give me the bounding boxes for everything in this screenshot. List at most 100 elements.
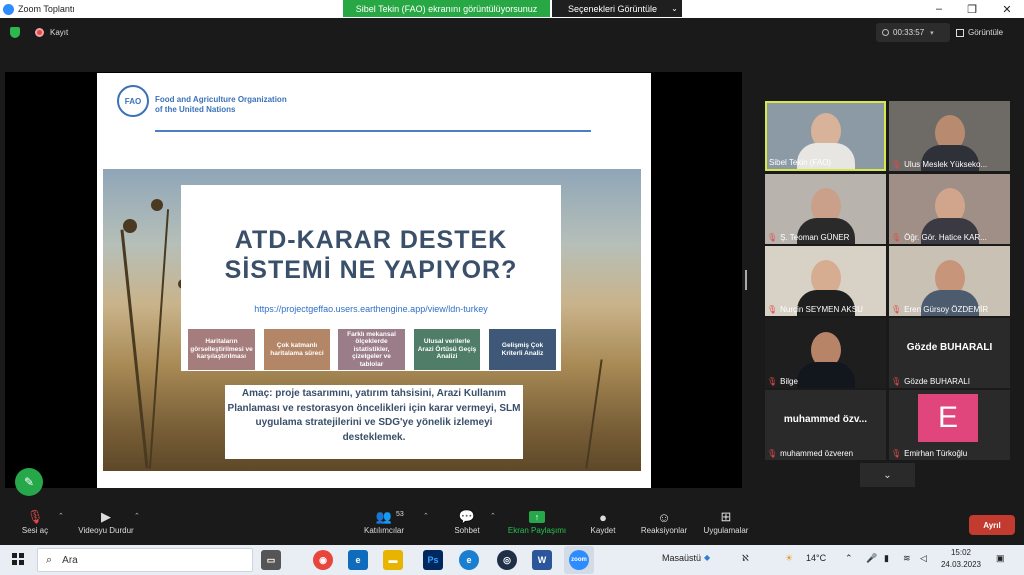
reactions-button[interactable]: ☺ Reaksiyonlar	[638, 508, 690, 542]
clock-icon	[882, 29, 889, 36]
unmute-button[interactable]: 🎙 Sesi aç	[15, 508, 55, 542]
edge-icon[interactable]: e	[348, 550, 368, 570]
app-icon[interactable]: ◎	[497, 550, 517, 570]
participant-name: Öğr. Gör. Hatice KAR...	[904, 233, 987, 242]
scroll-down-button[interactable]: ⌄	[860, 463, 915, 487]
chat-button[interactable]: 💬 Sohbet	[449, 508, 485, 542]
annotate-pen-icon[interactable]: ✎	[15, 468, 43, 496]
chevron-down-icon: ⌄	[671, 4, 678, 13]
search-placeholder: Ara	[62, 554, 78, 566]
apps-grid-icon: ⊞	[720, 509, 732, 524]
network-icon[interactable]: ◆	[704, 553, 710, 562]
microphone-icon[interactable]: 🎤	[866, 553, 877, 564]
seed-head	[123, 219, 137, 233]
microphone-muted-icon: 🎙	[891, 305, 902, 314]
participant-name-bar: 🎙 Eren Gürsoy ÖZDEMİR	[891, 305, 1008, 314]
close-icon[interactable]: ✕	[990, 0, 1024, 18]
participant-tile[interactable]: 🎙 Nurçin SEYMEN AKSU	[765, 246, 886, 316]
participants-options-caret[interactable]: ⌃	[419, 508, 429, 542]
shield-icon[interactable]	[10, 27, 20, 38]
participant-name: Sibel Tekin (FAO)	[769, 158, 832, 167]
participants-count: 53	[396, 511, 404, 518]
meeting-topbar	[0, 18, 1024, 48]
participant-name-bar: 🎙 Öğr. Gör. Hatice KAR...	[891, 233, 1008, 242]
wifi-icon[interactable]: ≋	[903, 553, 911, 564]
participant-avatar: E	[918, 394, 978, 442]
microphone-muted-icon: 🎙	[891, 377, 902, 386]
share-banner: Sibel Tekin (FAO) ekranını görüntülüyors…	[343, 0, 550, 17]
participant-name-bar: 🎙 muhammed özveren	[767, 449, 884, 458]
participant-tile[interactable]: Gözde BUHARALI 🎙 Gözde BUHARALI	[889, 318, 1010, 388]
minimize-icon[interactable]: –	[922, 0, 956, 18]
weather-icon[interactable]: ☀	[785, 553, 793, 564]
chevron-up-icon: ⌃	[134, 513, 140, 520]
participant-name-bar: 🎙 Ş. Teoman GÜNER	[767, 233, 884, 242]
chat-bubble-icon: 💬	[458, 509, 476, 524]
record-button[interactable]: ● Kaydet	[585, 508, 621, 542]
microphone-muted-icon: 🎙	[767, 305, 778, 314]
file-explorer-icon[interactable]: ▬	[383, 550, 403, 570]
chrome-icon[interactable]: ◉	[313, 550, 333, 570]
chevron-down-icon: ⌄	[883, 469, 892, 481]
chevron-down-icon: ▾	[930, 29, 934, 37]
apps-button[interactable]: ⊞ Uygulamalar	[699, 508, 753, 542]
participant-tile[interactable]: 🎙 Eren Gürsoy ÖZDEMİR	[889, 246, 1010, 316]
clock-time: 15:02	[950, 548, 972, 557]
participant-tile[interactable]: Sibel Tekin (FAO)	[765, 101, 886, 171]
participant-tile[interactable]: 🎙 Ulus Meslek Yükseko...	[889, 101, 1010, 171]
goal-text: Amaç: proje tasarımını, yatırım tahsisin…	[225, 385, 523, 459]
share-screen-button[interactable]: ↑ Ekran Paylaşımı	[505, 508, 569, 542]
volume-icon[interactable]: ◁	[920, 553, 927, 564]
microphone-muted-icon: 🎙	[891, 449, 902, 458]
participant-tile[interactable]: 🎙 Ş. Teoman GÜNER	[765, 174, 886, 244]
headline-line2: SİSTEMİ NE YAPIYOR?	[224, 256, 518, 284]
video-options-caret[interactable]: ⌃	[130, 508, 140, 542]
desktop-label[interactable]: Masaüstü	[662, 553, 701, 563]
battery-icon[interactable]: ▮	[884, 553, 889, 564]
view-options-button[interactable]: Seçenekleri Görüntüle ⌄	[552, 0, 682, 17]
participant-name-bar: 🎙 Emirhan Türkoğlu	[891, 449, 1008, 458]
record-icon	[35, 28, 44, 37]
participant-tile[interactable]: 🎙 Öğr. Gör. Hatice KAR...	[889, 174, 1010, 244]
meeting-timer[interactable]: 00:33:57 ▾	[876, 23, 950, 42]
plant-stem	[585, 359, 603, 469]
participant-name: muhammed özveren	[780, 449, 854, 458]
microphone-muted-icon: 🎙	[767, 233, 778, 242]
headline-line1: ATD-KARAR DESTEK	[234, 226, 508, 254]
participant-tile[interactable]: 🎙 Bilge	[765, 318, 886, 388]
panel-splitter-handle[interactable]	[745, 270, 747, 290]
task-view-icon[interactable]: ▭	[261, 550, 281, 570]
participant-tile[interactable]: E 🎙 Emirhan Türkoğlu	[889, 390, 1010, 460]
browser-icon[interactable]: e	[459, 550, 479, 570]
microphone-muted-icon: 🎙	[767, 449, 778, 458]
chat-options-caret[interactable]: ⌃	[486, 508, 496, 542]
feature-box: Ulusal verilerle Arazi Örtüsü Geçiş Anal…	[414, 329, 480, 370]
weather-temp[interactable]: 14°C	[806, 553, 826, 563]
fao-organization-name: Food and Agriculture Organization of the…	[155, 95, 287, 115]
leave-button[interactable]: Ayrıl	[969, 515, 1015, 535]
photoshop-icon[interactable]: Ps	[423, 550, 443, 570]
restore-icon[interactable]: ❐	[955, 0, 989, 18]
audio-options-caret[interactable]: ⌃	[54, 508, 64, 542]
participant-display-name: muhammed özv...	[783, 414, 868, 425]
taskbar-search-box[interactable]: ⌕ Ara	[37, 548, 253, 572]
view-button[interactable]: Görüntüle	[956, 23, 1020, 42]
org-name-line1: Food and Agriculture Organization	[155, 95, 287, 104]
participant-name: Emirhan Türkoğlu	[904, 449, 968, 458]
notifications-icon[interactable]: ▣	[996, 553, 1005, 564]
taskbar-clock[interactable]: 15:02 24.03.2023	[938, 547, 984, 571]
participant-display-name: Gözde BUHARALI	[906, 342, 993, 353]
zoom-window: Zoom Toplantı Sibel Tekin (FAO) ekranını…	[0, 0, 1024, 575]
people-icon[interactable]: ℵ	[742, 553, 749, 564]
org-name-line2: of the United Nations	[155, 105, 236, 114]
app-link[interactable]: https://projectgeffao.users.earthengine.…	[181, 304, 561, 314]
microphone-muted-icon: 🎙	[891, 160, 902, 169]
clock-date: 24.03.2023	[940, 560, 982, 569]
participant-tile[interactable]: muhammed özv... 🎙 muhammed özveren	[765, 390, 886, 460]
participant-name: Eren Gürsoy ÖZDEMİR	[904, 305, 989, 314]
chevron-up-icon[interactable]: ⌃	[845, 553, 853, 564]
word-icon[interactable]: W	[532, 550, 552, 570]
zoom-taskbar-icon[interactable]: zoom	[569, 550, 589, 570]
windows-start-icon[interactable]	[12, 553, 24, 565]
feature-boxes: Haritaların görselleştirilmesi ve karşıl…	[188, 329, 558, 371]
